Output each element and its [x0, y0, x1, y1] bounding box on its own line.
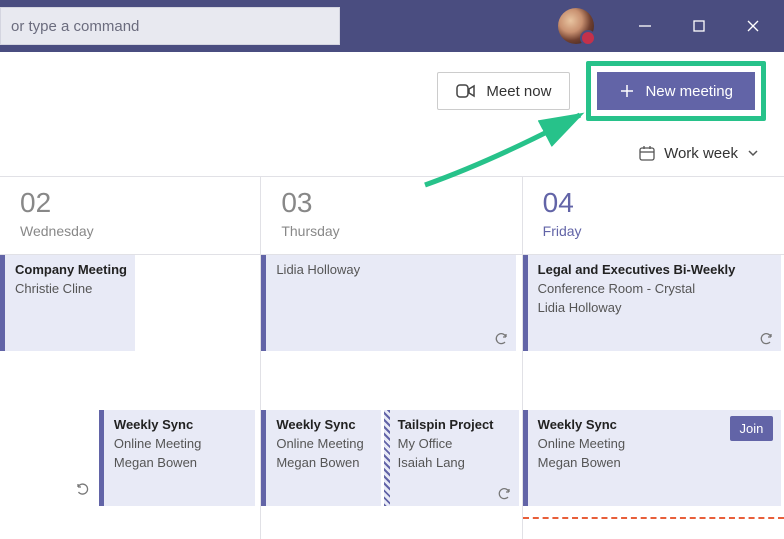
avatar[interactable]: [558, 8, 594, 44]
day-name: Thursday: [281, 223, 505, 239]
calendar-event[interactable]: Weekly Sync Online Meeting Megan Bowen: [261, 410, 381, 506]
event-title: Company Meeting: [15, 261, 127, 280]
day-name: Friday: [543, 223, 768, 239]
calendar-event[interactable]: Weekly Sync Online Meeting Megan Bowen J…: [523, 410, 782, 506]
event-title: Legal and Executives Bi-Weekly: [538, 261, 774, 280]
event-organizer: Lidia Holloway: [538, 299, 774, 318]
current-time-indicator: [523, 517, 784, 519]
recurring-icon: [494, 331, 508, 345]
day-number: 02: [20, 187, 244, 219]
event-organizer: Megan Bowen: [114, 454, 247, 473]
search-input[interactable]: or type a command: [0, 7, 340, 45]
day-column: 02 Wednesday Company Meeting Christie Cl…: [0, 177, 261, 539]
day-name: Wednesday: [20, 223, 244, 239]
close-button[interactable]: [730, 0, 776, 52]
day-number: 03: [281, 187, 505, 219]
event-organizer: Isaiah Lang: [398, 454, 511, 473]
event-location: Online Meeting: [114, 435, 247, 454]
day-header[interactable]: 03 Thursday: [261, 177, 521, 255]
toolbar: Meet now New meeting: [0, 52, 784, 130]
recurring-icon: [497, 486, 511, 500]
view-row: Work week: [0, 130, 784, 176]
event-title: Weekly Sync: [114, 416, 247, 435]
minimize-icon: [638, 19, 652, 33]
day-number: 04: [543, 187, 768, 219]
join-button[interactable]: Join: [730, 416, 774, 441]
calendar-event[interactable]: Legal and Executives Bi-Weekly Conferenc…: [523, 255, 782, 351]
slot-area[interactable]: Lidia Holloway Weekly Sync Online Meetin…: [261, 255, 521, 539]
search-placeholder: or type a command: [11, 18, 139, 35]
maximize-button[interactable]: [676, 0, 722, 52]
view-label: Work week: [664, 145, 738, 162]
recurring-icon: [76, 482, 90, 496]
close-icon: [746, 19, 760, 33]
meet-now-label: Meet now: [486, 83, 551, 100]
event-location: My Office: [398, 435, 511, 454]
plus-icon: [619, 83, 635, 99]
day-column: 03 Thursday Lidia Holloway Weekly Sync O…: [261, 177, 522, 539]
calendar-icon: [638, 144, 656, 162]
event-organizer: Lidia Holloway: [276, 261, 508, 280]
titlebar: or type a command: [0, 0, 784, 52]
calendar-event[interactable]: Tailspin Project My Office Isaiah Lang: [384, 410, 519, 506]
new-meeting-button[interactable]: New meeting: [597, 72, 755, 110]
event-organizer: Christie Cline: [15, 280, 127, 299]
maximize-icon: [692, 19, 706, 33]
day-header[interactable]: 02 Wednesday: [0, 177, 260, 255]
new-meeting-highlight: New meeting: [586, 61, 766, 121]
day-column: 04 Friday Legal and Executives Bi-Weekly…: [523, 177, 784, 539]
event-organizer: Megan Bowen: [276, 454, 373, 473]
view-selector[interactable]: Work week: [638, 144, 760, 162]
event-location: Online Meeting: [276, 435, 373, 454]
event-title: Weekly Sync: [276, 416, 373, 435]
new-meeting-label: New meeting: [645, 83, 733, 100]
calendar-event[interactable]: Lidia Holloway: [261, 255, 516, 351]
day-header[interactable]: 04 Friday: [523, 177, 784, 255]
event-organizer: Megan Bowen: [538, 454, 774, 473]
event-title: Tailspin Project: [398, 416, 511, 435]
calendar-event[interactable]: Weekly Sync Online Meeting Megan Bowen: [99, 410, 255, 506]
meet-now-button[interactable]: Meet now: [437, 72, 570, 110]
recurring-icon: [759, 331, 773, 345]
chevron-down-icon: [746, 146, 760, 160]
minimize-button[interactable]: [622, 0, 668, 52]
slot-area[interactable]: Company Meeting Christie Cline Weekly Sy…: [0, 255, 260, 539]
calendar-event[interactable]: Company Meeting Christie Cline: [0, 255, 135, 351]
slot-area[interactable]: Legal and Executives Bi-Weekly Conferenc…: [523, 255, 784, 539]
calendar-grid: 02 Wednesday Company Meeting Christie Cl…: [0, 176, 784, 539]
video-icon: [456, 83, 476, 99]
event-location: Conference Room - Crystal: [538, 280, 774, 299]
